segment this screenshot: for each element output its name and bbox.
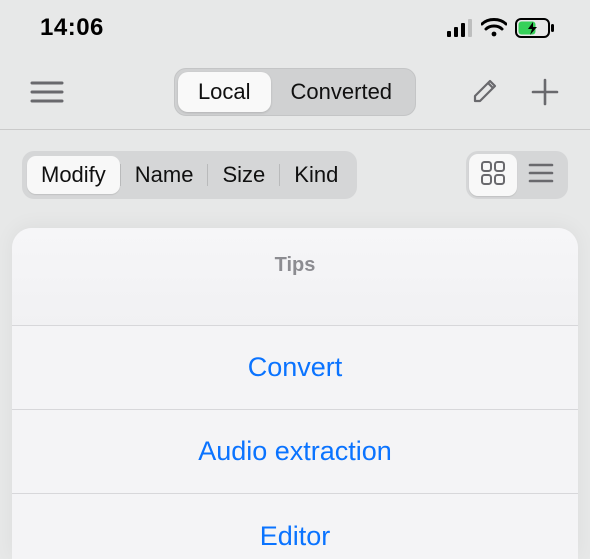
view-mode-toggle <box>466 151 568 199</box>
status-bar: 14:06 <box>0 0 590 55</box>
status-time: 14:06 <box>40 14 104 42</box>
sort-name[interactable]: Name <box>121 156 208 194</box>
action-sheet-title: Tips <box>12 228 578 326</box>
edit-icon[interactable] <box>470 77 500 107</box>
menu-icon[interactable] <box>30 80 64 104</box>
tab-converted[interactable]: Converted <box>271 72 413 112</box>
folder-segmented-control: Local Converted <box>174 68 416 116</box>
sort-kind[interactable]: Kind <box>280 156 352 194</box>
filter-bar: Modify Name Size Kind <box>0 130 590 220</box>
action-editor[interactable]: Editor <box>12 494 578 559</box>
action-sheet: Tips Convert Audio extraction Editor <box>12 228 578 559</box>
list-icon <box>528 162 554 189</box>
wifi-icon <box>481 18 507 38</box>
action-convert[interactable]: Convert <box>12 326 578 410</box>
sort-modify[interactable]: Modify <box>27 156 120 194</box>
tab-local[interactable]: Local <box>178 72 271 112</box>
sort-size[interactable]: Size <box>208 156 279 194</box>
battery-charging-icon <box>515 18 555 38</box>
nav-bar: Local Converted <box>0 55 590 130</box>
action-audio-extraction[interactable]: Audio extraction <box>12 410 578 494</box>
grid-icon <box>480 160 506 191</box>
status-indicators <box>447 18 555 38</box>
sort-segmented-control: Modify Name Size Kind <box>22 151 357 199</box>
list-view-button[interactable] <box>517 154 565 196</box>
cellular-icon <box>447 19 473 37</box>
add-icon[interactable] <box>530 77 560 107</box>
grid-view-button[interactable] <box>469 154 517 196</box>
